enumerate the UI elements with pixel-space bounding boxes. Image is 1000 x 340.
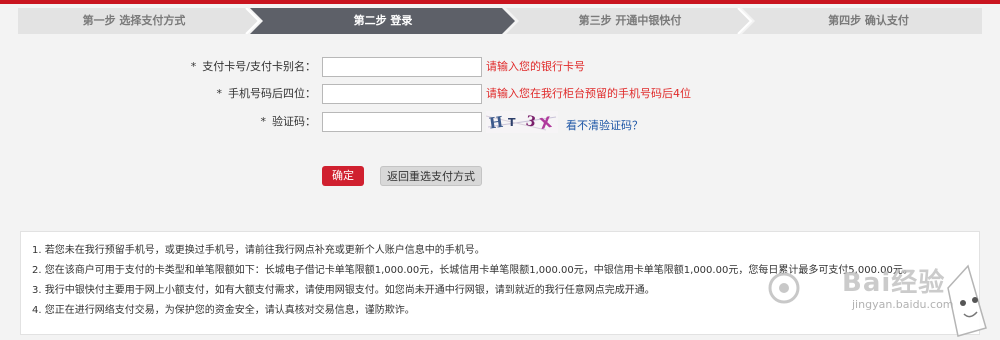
svg-text:X: X [538, 113, 553, 133]
note-item: 2. 您在该商户可用于支付的卡类型和单笔限额如下：长城电子借记卡单笔限额1,00… [32, 265, 913, 276]
back-to-payment-method-button[interactable]: 返回重选支付方式 [380, 166, 482, 186]
required-mark: * [260, 115, 267, 128]
required-mark: * [190, 60, 197, 73]
phone-last4-input[interactable] [322, 84, 482, 104]
required-mark: * [216, 87, 223, 100]
captcha-image[interactable]: H T 3 X [485, 111, 558, 133]
note-item: 4. 您正在进行网络支付交易，为保护您的资金安全，请认真核对交易信息，谨防欺诈。 [32, 305, 415, 316]
card-number-input[interactable] [322, 57, 482, 77]
card-label: * 支付卡号/支付卡别名： [191, 57, 316, 77]
phone-row: * 手机号码后四位： [150, 84, 317, 104]
confirm-button[interactable]: 确定 [322, 166, 364, 186]
notes-panel: 1. 若您未在我行预留手机号，或更换过手机号，请前往我行网点补充或更新个人账户信… [20, 231, 980, 335]
step-3-label: 第三步 开通中银快付 [578, 14, 682, 27]
watermark-brand: Bai经验 [842, 268, 946, 298]
step-2-label: 第二步 登录 [353, 14, 413, 27]
step-1-label: 第一步 选择支付方式 [82, 14, 186, 27]
progress-steps: 第一步 选择支付方式 第二步 登录 第三步 开通中银快付 第四步 确认支付 [18, 8, 982, 34]
step-4-label: 第四步 确认支付 [828, 14, 909, 27]
svg-text:3: 3 [525, 113, 537, 130]
svg-text:H: H [488, 113, 505, 133]
captcha-glyphs: H T 3 X [485, 113, 557, 133]
captcha-input[interactable] [322, 112, 482, 132]
captcha-refresh-link[interactable]: 看不清验证码？ [566, 117, 643, 133]
card-label-text: 支付卡号/支付卡别名： [202, 60, 316, 73]
captcha-row: * 验证码： [150, 112, 317, 132]
card-row: * 支付卡号/支付卡别名： [150, 57, 316, 77]
captcha-label: * 验证码： [261, 112, 317, 132]
phone-label-text: 手机号码后四位： [228, 87, 316, 100]
note-item: 3. 我行中银快付主要用于网上小额支付，如有大额支付需求，请使用网银支付。如您尚… [32, 285, 655, 296]
watermark-url: jingyan.baidu.com [852, 298, 954, 311]
phone-hint: 请输入您在我行柜台预留的手机号码后4位 [486, 87, 691, 100]
card-hint: 请输入您的银行卡号 [486, 60, 585, 73]
note-item: 1. 若您未在我行预留手机号，或更换过手机号，请前往我行网点补充或更新个人账户信… [32, 245, 485, 256]
captcha-label-text: 验证码： [272, 115, 316, 128]
phone-label: * 手机号码后四位： [217, 84, 317, 104]
svg-text:T: T [508, 116, 516, 129]
top-accent-bar [0, 0, 1000, 4]
